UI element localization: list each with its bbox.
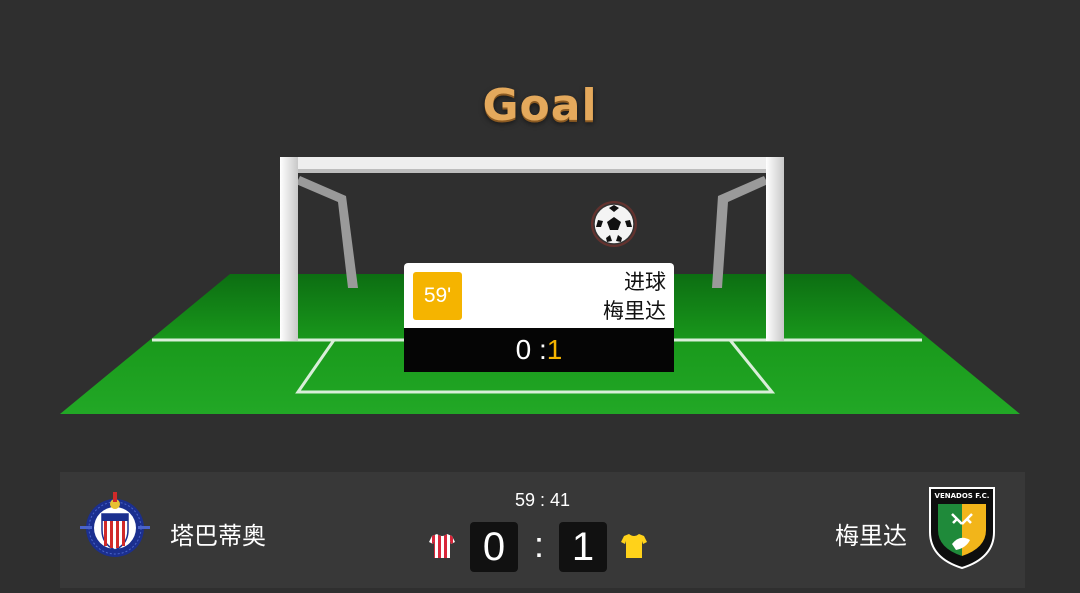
goal-back-support-left — [296, 176, 358, 288]
score-separator: : — [533, 524, 544, 565]
goal-back-support-right — [712, 176, 768, 288]
soccer-ball-icon — [591, 201, 637, 247]
red-white-striped-shirt-icon — [429, 534, 455, 558]
yellow-shirt-icon — [621, 534, 647, 558]
goal-event-card: 59' 进球 梅里达 0 :1 — [404, 263, 674, 372]
event-team-label: 梅里达 — [603, 299, 666, 323]
home-team-name: 塔巴蒂奥 — [170, 522, 266, 550]
goal-post-left — [280, 157, 298, 341]
venados-crest-icon: VENADOS F.C. — [929, 487, 995, 570]
crest-text: VENADOS F.C. — [935, 492, 990, 500]
home-score: 0 — [470, 522, 518, 572]
goal-event-info: 59' 进球 梅里达 — [404, 263, 674, 328]
event-score-home: 0 — [515, 334, 532, 365]
away-team-name: 梅里达 — [835, 522, 907, 550]
scoreboard: 塔巴蒂奥 59 : 41 0 : 1 梅里达 VENADOS F.C. — [60, 472, 1025, 588]
event-minute-badge: 59' — [413, 272, 462, 320]
event-score-separator: : — [531, 334, 547, 365]
match-clock: 59 : 41 — [514, 490, 571, 510]
event-score-away: 1 — [546, 334, 563, 365]
event-type-label: 进球 — [624, 270, 666, 294]
goal-post-right — [766, 157, 784, 341]
away-score: 1 — [559, 522, 607, 572]
event-score: 0 :1 — [404, 328, 674, 372]
goal-animation-screen: Goal 59' 进球 梅里达 0:1 塔巴蒂奥 59: 41 0: 1 … — [0, 0, 1080, 593]
